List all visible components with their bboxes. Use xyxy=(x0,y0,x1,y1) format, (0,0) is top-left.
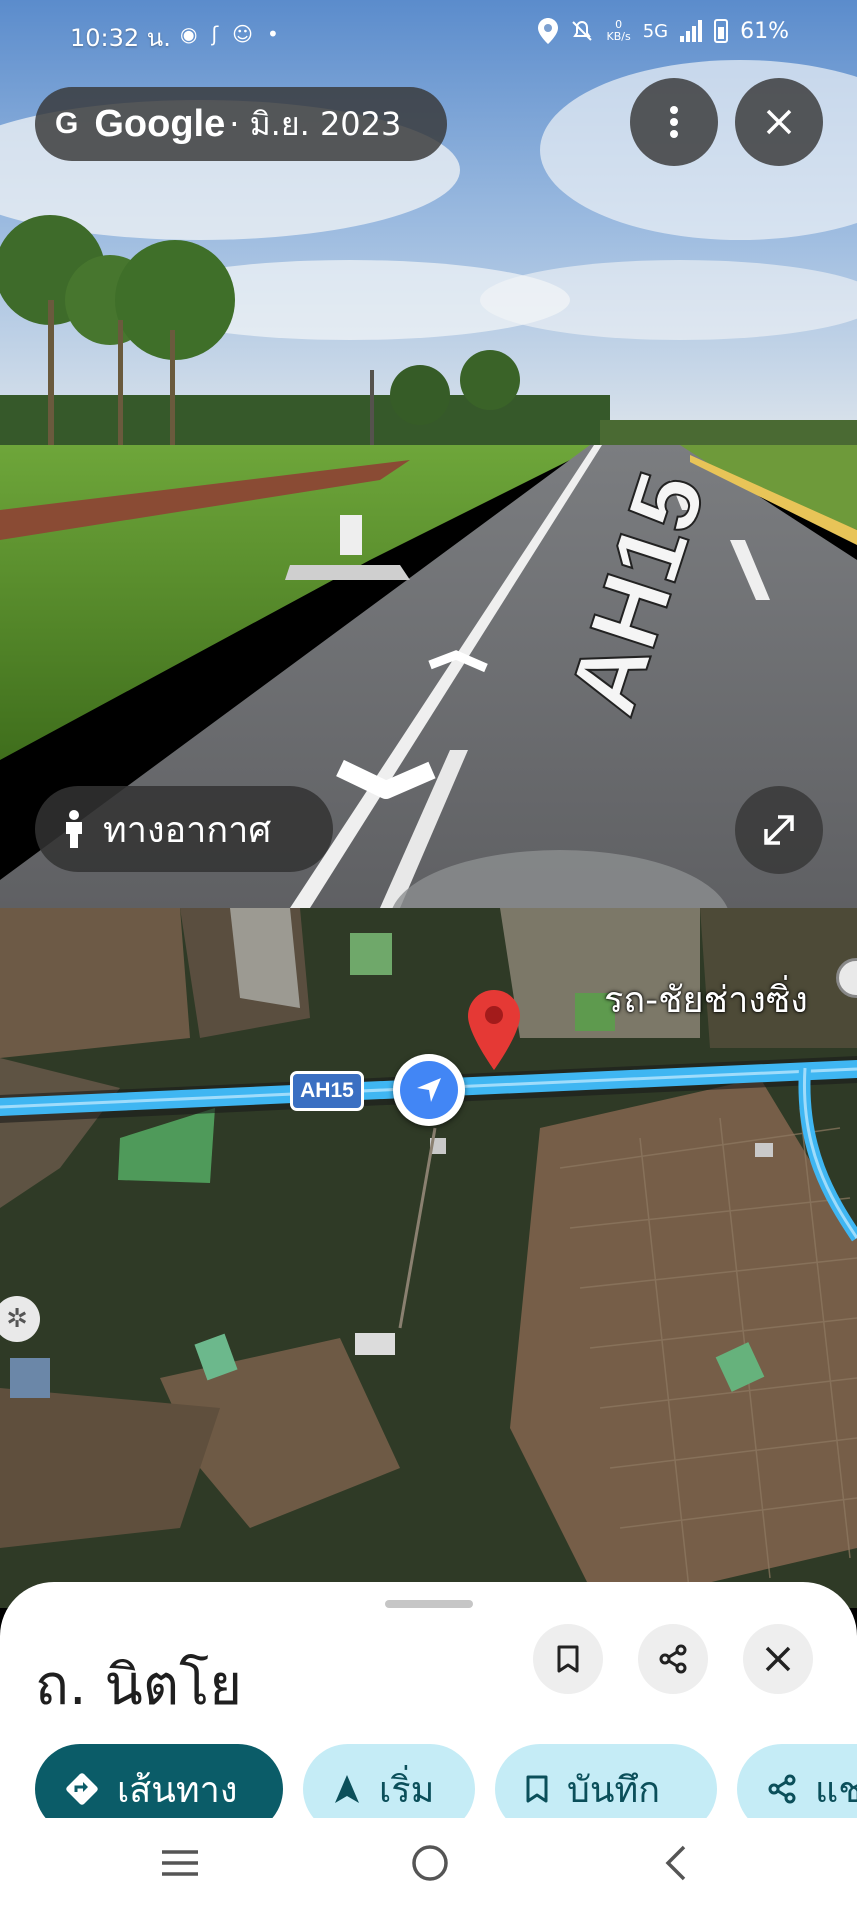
save-button[interactable]: บันทึก xyxy=(495,1744,717,1818)
bookmark-icon xyxy=(526,1775,548,1803)
line-icon: ◉ xyxy=(180,22,198,46)
map-panel[interactable]: AH15 รถ-ชัยช่างซิ่ง ✲ xyxy=(0,908,857,1608)
dot-icon: • xyxy=(267,22,279,46)
directions-icon xyxy=(66,1773,98,1805)
street-view-panel[interactable]: AH15 10:32 น. ◉ ʃ ☺ • 0 KB/s 5G 61% G Goo… xyxy=(0,0,857,908)
net-speed-unit: KB/s xyxy=(606,30,631,43)
aerial-view-label: ทางอากาศ xyxy=(103,809,272,851)
share-icon xyxy=(659,1644,687,1674)
mute-icon xyxy=(572,20,593,41)
status-time: 10:32 น. xyxy=(70,24,171,52)
bookmark-icon xyxy=(557,1645,579,1673)
battery-icon xyxy=(714,19,729,43)
home-circle-icon xyxy=(412,1845,448,1881)
navigation-arrow-icon xyxy=(335,1775,359,1803)
close-icon xyxy=(766,109,792,135)
s-app-icon: ʃ xyxy=(211,22,219,46)
battery-percent: 61% xyxy=(740,18,789,44)
fullscreen-expand-icon xyxy=(764,815,794,845)
directions-label: เส้นทาง xyxy=(117,1769,238,1811)
action-chip-row: เส้นทาง เริ่ม บันทึก แช xyxy=(35,1744,857,1818)
road-shield-ah15: AH15 xyxy=(290,1071,364,1111)
share-label: แช xyxy=(815,1769,857,1811)
more-options-button[interactable] xyxy=(630,78,718,166)
character-icon: ☺ xyxy=(232,22,254,46)
person-icon xyxy=(66,810,82,848)
menu-lines-icon xyxy=(162,1850,198,1876)
share-icon xyxy=(768,1774,796,1804)
capture-date: · มิ.ย. 2023 xyxy=(229,104,402,143)
map-place-label[interactable]: รถ-ชัยช่างซิ่ง xyxy=(604,971,808,1028)
start-label: เริ่ม xyxy=(379,1769,435,1811)
close-sheet-button[interactable] xyxy=(743,1624,813,1694)
location-icon xyxy=(538,18,559,44)
save-label: บันทึก xyxy=(567,1769,660,1811)
start-navigation-button[interactable]: เริ่ม xyxy=(303,1744,475,1818)
close-street-view-button[interactable] xyxy=(735,78,823,166)
save-place-button[interactable] xyxy=(533,1624,603,1694)
current-location-marker[interactable] xyxy=(393,1054,465,1126)
system-navigation-bar xyxy=(0,1818,857,1908)
back-button[interactable] xyxy=(645,1838,705,1888)
more-vert-icon xyxy=(670,106,678,138)
home-button[interactable] xyxy=(400,1838,460,1888)
share-place-button[interactable] xyxy=(638,1624,708,1694)
status-bar: 10:32 น. ◉ ʃ ☺ • 0 KB/s 5G 61% xyxy=(0,0,857,72)
navigation-direction-icon xyxy=(417,1078,441,1102)
chevron-left-icon xyxy=(665,1845,686,1881)
recent-apps-button[interactable] xyxy=(150,1838,210,1888)
place-bottom-sheet[interactable]: ถ. นิตโย เส้นทาง เริ่ม บันทึก แช xyxy=(0,1582,857,1818)
aerial-view-button[interactable]: ทางอากาศ xyxy=(35,786,333,872)
directions-button[interactable]: เส้นทาง xyxy=(35,1744,283,1818)
signal-icon xyxy=(680,20,703,42)
expand-street-view-button[interactable] xyxy=(735,786,823,874)
share-button[interactable]: แช xyxy=(737,1744,857,1818)
brand-name: Google xyxy=(94,102,226,145)
network-type: 5G xyxy=(642,20,669,42)
place-title: ถ. นิตโย xyxy=(35,1653,243,1718)
street-view-attribution-chip[interactable]: G Google · มิ.ย. 2023 xyxy=(35,87,447,161)
close-icon xyxy=(765,1646,791,1672)
sheet-drag-handle[interactable] xyxy=(385,1600,473,1608)
google-g-icon: G xyxy=(55,107,79,140)
location-pin-icon[interactable] xyxy=(468,990,520,1070)
